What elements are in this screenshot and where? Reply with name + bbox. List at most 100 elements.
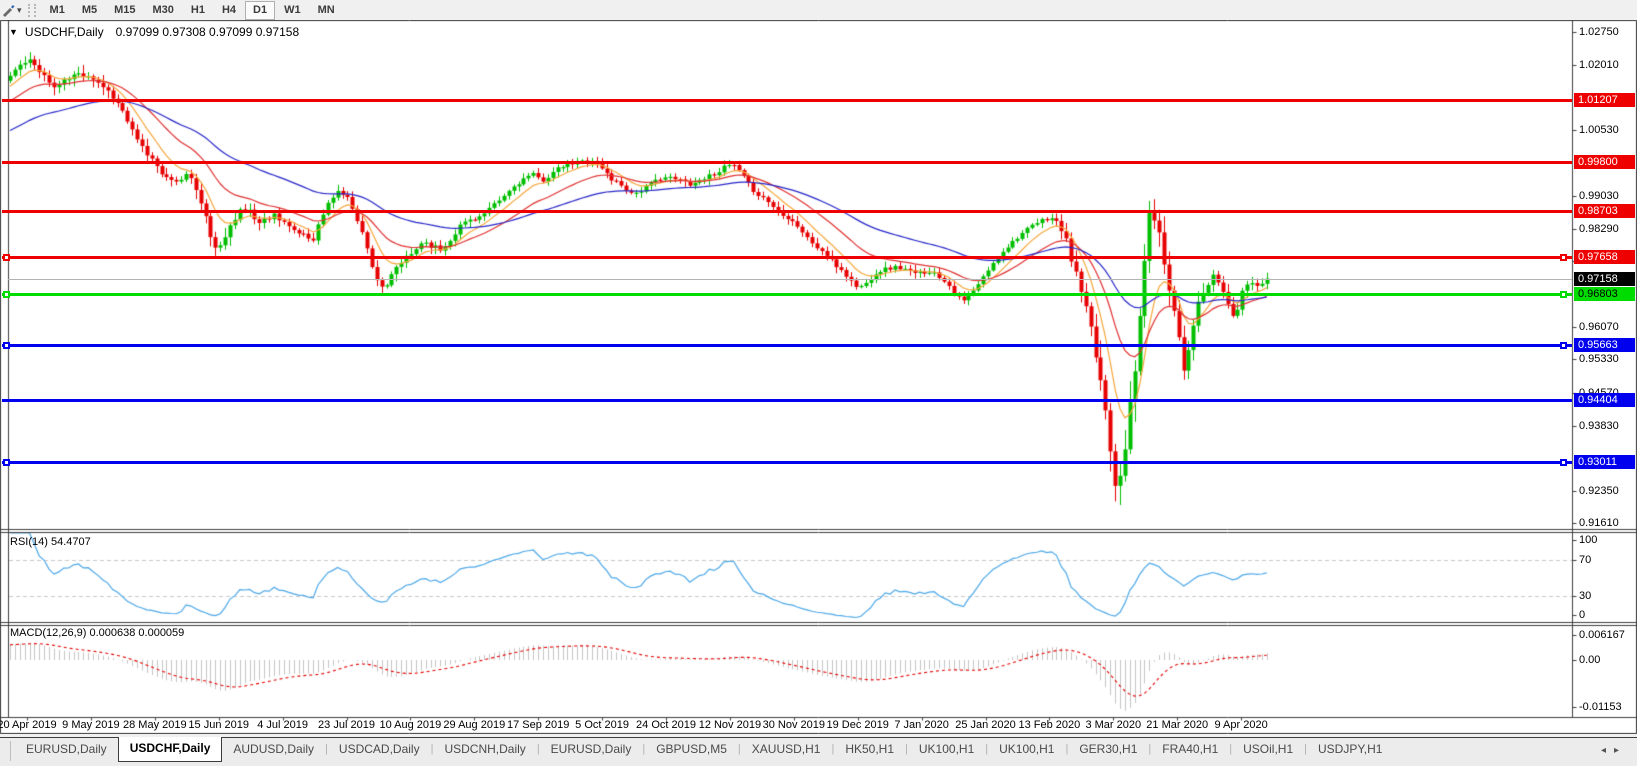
macd-axis-label: 0.00 [1579,653,1600,667]
date-tick-label: 9 May 2019 [62,719,119,731]
hline-0.93011[interactable] [2,461,1572,464]
tabbar-grip [2,741,11,761]
tab-eurusd-daily[interactable]: EURUSD,Daily [540,738,643,760]
chart-title: ▼ USDCHF,Daily 0.97099 0.97308 0.97099 0… [9,25,299,39]
date-tick-label: 20 Apr 2019 [0,719,57,731]
line-handle-right[interactable] [1560,254,1567,261]
rsi-axis-label: 70 [1579,553,1591,567]
tab-usoil-h1[interactable]: USOil,H1 [1232,738,1304,760]
tab-uk100-h1[interactable]: UK100,H1 [988,738,1065,760]
price-tick-label: 0.99030 [1579,189,1619,203]
date-tick-label: 9 Apr 2020 [1214,719,1267,731]
tab-ger30-h1[interactable]: GER30,H1 [1068,738,1148,760]
chevron-down-icon[interactable]: ▾ [17,5,22,16]
tab-hk50-h1[interactable]: HK50,H1 [834,738,905,760]
timeframe-button-m15[interactable]: M15 [106,1,143,20]
level-price-label: 0.98703 [1574,204,1635,218]
tab-eurusd-daily[interactable]: EURUSD,Daily [15,738,118,760]
macd-axis-label: -0.01153 [1579,700,1622,714]
timeframe-button-m1[interactable]: M1 [42,1,73,20]
hline-0.96803[interactable] [2,293,1572,296]
date-tick-label: 23 Jul 2019 [318,719,375,731]
rsi-axis-label: 30 [1579,589,1591,603]
date-tick-label: 12 Nov 2019 [699,719,761,731]
timeframe-button-m5[interactable]: M5 [74,1,105,20]
timeframe-button-mn[interactable]: MN [310,1,343,20]
tab-usdchf-daily[interactable]: USDCHF,Daily [118,737,223,762]
chart-window: ▼ USDCHF,Daily 0.97099 0.97308 0.97099 0… [0,20,1637,734]
macd-axis-label: 0.006167 [1579,628,1625,642]
level-price-label: 0.94404 [1574,393,1635,407]
collapse-chart-icon[interactable]: ▼ [9,27,18,37]
level-price-label: 0.99800 [1574,155,1635,169]
price-tick-label: 1.00530 [1579,123,1619,137]
price-tick-label: 0.93830 [1579,419,1619,433]
chart-canvas[interactable] [0,20,1637,734]
tab-scroll-right-icon[interactable]: ▸ [1614,745,1627,756]
toolbar-grip [28,4,36,17]
date-tick-label: 28 May 2019 [123,719,187,731]
hline-0.99800[interactable] [2,161,1572,164]
timeframe-button-h1[interactable]: H1 [183,1,213,20]
date-tick-label: 5 Oct 2019 [575,719,629,731]
line-handle-right[interactable] [1560,291,1567,298]
date-tick-label: 17 Sep 2019 [507,719,569,731]
timeframe-button-w1[interactable]: W1 [276,1,309,20]
line-handle-left[interactable] [3,459,10,466]
tab-fra40-h1[interactable]: FRA40,H1 [1151,738,1229,760]
date-tick-label: 21 Mar 2020 [1146,719,1208,731]
date-tick-label: 25 Jan 2020 [955,719,1016,731]
hline-1.01207[interactable] [2,99,1572,102]
date-tick-label: 24 Oct 2019 [636,719,696,731]
date-tick-label: 3 Mar 2020 [1085,719,1141,731]
tab-usdcnh-daily[interactable]: USDCNH,Daily [433,738,536,760]
date-tick-label: 29 Aug 2019 [443,719,505,731]
tab-gbpusd-m5[interactable]: GBPUSD,M5 [645,738,738,760]
line-handle-left[interactable] [3,254,10,261]
hline-0.97658[interactable] [2,256,1572,259]
level-price-label: 0.95663 [1574,338,1635,352]
timeframe-button-m30[interactable]: M30 [145,1,182,20]
hline-0.94404[interactable] [2,399,1572,402]
line-handle-right[interactable] [1560,459,1567,466]
tab-usdcad-daily[interactable]: USDCAD,Daily [328,738,431,760]
chart-tabs: EURUSD,DailyUSDCHF,DailyAUDUSD,Daily|USD… [15,738,1393,762]
rsi-axis-label: 100 [1579,533,1597,547]
tab-scroll-arrows[interactable]: ◂▸ [1601,745,1627,756]
price-tick-label: 1.02010 [1579,58,1619,72]
level-price-label: 1.01207 [1574,93,1635,107]
timeframe-button-d1[interactable]: D1 [245,1,275,20]
tab-scroll-left-icon[interactable]: ◂ [1601,745,1614,756]
line-handle-right[interactable] [1560,342,1567,349]
chart-ohlc-values: 0.97099 0.97308 0.97099 0.97158 [116,25,300,39]
draw-tool-icon[interactable] [0,2,16,18]
date-tick-label: 7 Jan 2020 [894,719,948,731]
tab-usdjpy-h1[interactable]: USDJPY,H1 [1307,738,1393,760]
tab-audusd-daily[interactable]: AUDUSD,Daily [222,738,325,760]
line-handle-left[interactable] [3,291,10,298]
price-tick-label: 1.02750 [1579,25,1619,39]
price-tick-label: 0.92350 [1579,484,1619,498]
price-tick-label: 0.91610 [1579,516,1619,530]
timeframe-buttons: M1M5M15M30H1H4D1W1MN [42,1,344,20]
tab-xauusd-h1[interactable]: XAUUSD,H1 [741,738,832,760]
date-tick-label: 15 Jun 2019 [188,719,249,731]
price-tick-label: 0.96070 [1579,320,1619,334]
date-tick-label: 4 Jul 2019 [257,719,308,731]
current-price-line [8,279,1572,280]
line-handle-left[interactable] [3,342,10,349]
macd-indicator-label: MACD(12,26,9) 0.000638 0.000059 [10,627,184,639]
hline-0.95663[interactable] [2,344,1572,347]
timeframe-button-h4[interactable]: H4 [214,1,244,20]
level-price-label: 0.93011 [1574,455,1635,469]
hline-0.98703[interactable] [2,210,1572,213]
date-tick-label: 19 Dec 2019 [826,719,888,731]
rsi-indicator-label: RSI(14) 54.4707 [10,536,91,548]
chart-symbol-label: USDCHF,Daily [25,25,104,39]
timeframe-toolbar: ▾ M1M5M15M30H1H4D1W1MN [0,0,1637,20]
price-tick-label: 0.98290 [1579,222,1619,236]
level-price-label: 0.96803 [1574,287,1635,301]
tab-uk100-h1[interactable]: UK100,H1 [908,738,985,760]
date-tick-label: 13 Feb 2020 [1019,719,1081,731]
level-price-label: 0.97658 [1574,250,1635,264]
